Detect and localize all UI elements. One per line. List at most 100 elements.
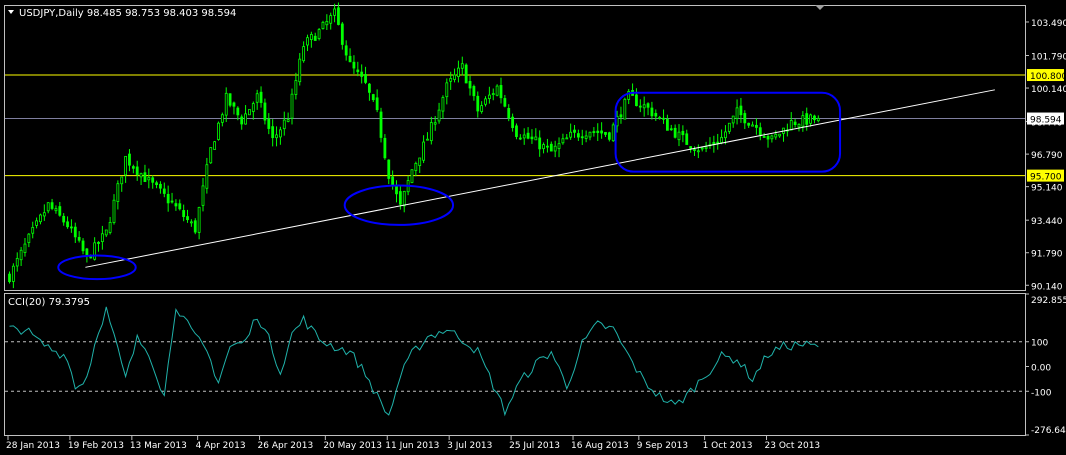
candle-body <box>747 122 751 126</box>
candle-body <box>309 34 313 40</box>
candle-body <box>159 183 162 189</box>
candle-body <box>317 29 321 39</box>
candle <box>170 192 174 204</box>
candle-body <box>468 81 472 89</box>
candle <box>120 176 124 192</box>
candle-body <box>333 8 336 16</box>
candle-body <box>193 220 197 233</box>
candle-body <box>480 105 484 112</box>
candle <box>387 159 391 185</box>
candle <box>302 41 306 63</box>
candle-body <box>213 141 217 150</box>
candle-body <box>387 159 391 179</box>
candle <box>441 95 445 119</box>
candle-body <box>805 113 809 125</box>
candle <box>515 123 518 140</box>
chart-shift-marker[interactable] <box>815 5 825 10</box>
candle <box>669 124 673 131</box>
cci-axis: 292.8552 100 0.00 -100 -276.646 <box>1025 293 1066 436</box>
candle-body <box>19 249 23 261</box>
cci-tick-label: 292.8552 <box>1031 296 1066 306</box>
candle <box>584 130 588 143</box>
level-tag-label: 95.700 <box>1030 173 1062 183</box>
candle-body <box>445 82 449 98</box>
candle <box>35 217 38 229</box>
candle-body <box>379 111 383 138</box>
candle-body <box>27 233 31 243</box>
candle <box>275 126 278 147</box>
candle-body <box>511 116 515 128</box>
candle <box>333 3 336 23</box>
time-tick-label: 19 Feb 2013 <box>68 441 124 451</box>
candle <box>480 101 484 114</box>
candle <box>128 149 131 172</box>
price-axis: 103.490101.790100.14098.44096.79095.1409… <box>1025 19 1066 292</box>
trading-chart: 103.490101.790100.14098.44096.79095.1409… <box>4 2 1066 451</box>
candle <box>623 97 627 120</box>
candle-body <box>507 108 511 119</box>
candle-body <box>495 85 499 96</box>
candle <box>693 146 696 156</box>
candle <box>809 113 812 127</box>
candle <box>251 101 255 120</box>
candle-body <box>410 169 414 183</box>
candle <box>290 88 294 125</box>
candle <box>457 60 460 83</box>
candle <box>58 201 62 217</box>
price-tick-label: 96.790 <box>1031 151 1063 161</box>
candle <box>766 134 770 148</box>
candle-body <box>166 193 170 204</box>
candle-body <box>666 118 669 131</box>
level-tag-label: 100.800 <box>1030 72 1066 82</box>
candle-body <box>426 138 429 141</box>
candle-body <box>429 122 433 142</box>
candle <box>588 131 592 141</box>
candle <box>340 21 344 50</box>
candle-body <box>476 95 480 112</box>
candle-body <box>201 185 205 206</box>
price-tick-label: 95.140 <box>1031 184 1063 194</box>
candle <box>464 63 468 84</box>
candle-body <box>766 135 770 140</box>
candle <box>344 40 348 61</box>
candle <box>468 75 472 96</box>
candle-body <box>93 242 97 260</box>
candle-body <box>460 63 464 69</box>
candle-body <box>487 94 491 100</box>
candle <box>549 141 553 152</box>
candle-body <box>770 135 774 140</box>
candle <box>576 129 580 141</box>
candle-body <box>54 208 58 212</box>
candle <box>607 131 611 142</box>
candle-body <box>50 202 54 209</box>
candle <box>282 111 286 136</box>
candle <box>755 118 758 135</box>
price-tick-label: 93.440 <box>1031 217 1063 227</box>
candle <box>50 198 54 211</box>
candle <box>422 135 425 164</box>
candle <box>638 99 642 113</box>
candle <box>476 91 480 118</box>
candle-body <box>298 58 302 83</box>
time-tick-label: 20 May 2013 <box>323 441 382 451</box>
candle <box>449 71 453 90</box>
candle-body <box>244 113 247 125</box>
candle <box>321 20 325 30</box>
candle <box>143 164 147 182</box>
candle <box>538 130 542 157</box>
candle-body <box>135 166 139 175</box>
candle <box>278 126 282 145</box>
candle <box>557 137 561 158</box>
candle <box>267 113 271 135</box>
time-tick-label: 1 Oct 2013 <box>703 441 753 451</box>
candle <box>720 129 723 145</box>
candle-body <box>565 137 569 140</box>
chart-menu-triangle-icon[interactable] <box>8 10 14 14</box>
candle <box>104 229 108 238</box>
candle <box>491 88 495 101</box>
candle-body <box>472 86 476 97</box>
candle <box>189 219 193 227</box>
time-tick-label: 3 Jul 2013 <box>447 441 492 451</box>
candle <box>228 93 232 108</box>
candle <box>100 225 104 250</box>
